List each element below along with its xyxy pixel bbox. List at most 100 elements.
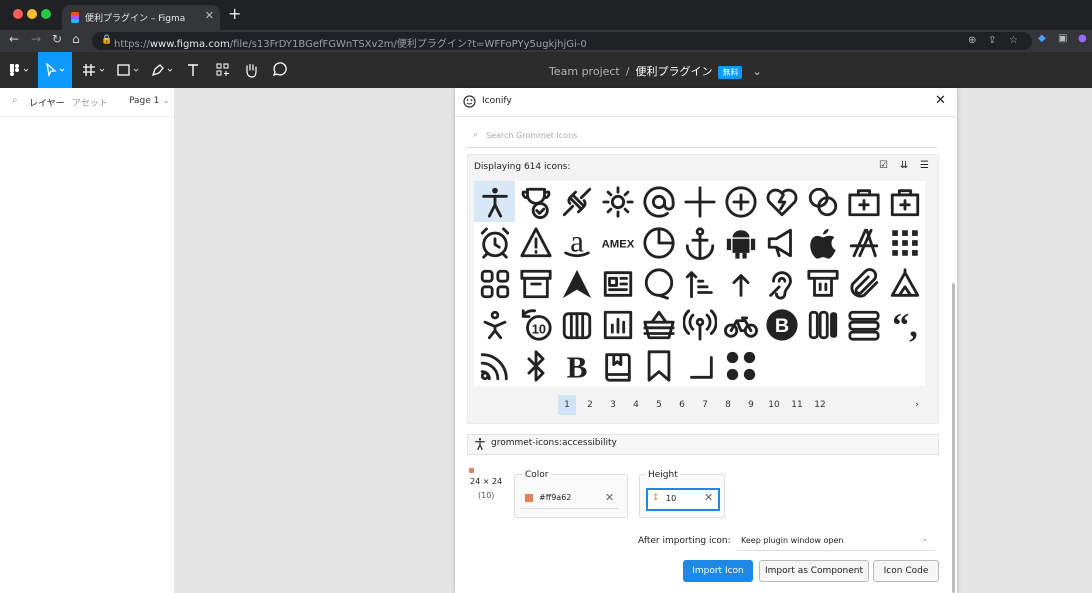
atm-icon[interactable] bbox=[761, 263, 802, 304]
zoom-icon[interactable]: ⊕ bbox=[968, 35, 976, 46]
page-9-button[interactable]: 9 bbox=[742, 395, 760, 415]
bold-icon[interactable] bbox=[515, 345, 556, 386]
profile-avatar[interactable]: ● bbox=[1078, 33, 1087, 44]
comment-tool-button[interactable] bbox=[264, 52, 294, 88]
page-3-button[interactable]: 3 bbox=[604, 395, 622, 415]
text-tool-button[interactable] bbox=[178, 52, 208, 88]
aggregate-icon[interactable] bbox=[802, 181, 843, 222]
window-minimize-button[interactable] bbox=[27, 9, 37, 19]
page-8-button[interactable]: 8 bbox=[719, 395, 737, 415]
page-selector[interactable]: Page 1 ⌄ bbox=[129, 96, 170, 106]
shape-tool-button[interactable] bbox=[114, 52, 144, 88]
blog-icon[interactable]: “, bbox=[884, 304, 925, 345]
bottom-corner-icon[interactable] bbox=[638, 345, 679, 386]
color-swatch[interactable] bbox=[525, 494, 533, 502]
main-menu-button[interactable] bbox=[4, 52, 36, 88]
assist-icon[interactable] bbox=[597, 263, 638, 304]
announce-icon[interactable] bbox=[761, 222, 802, 263]
search-icon[interactable]: ⌕ bbox=[12, 95, 18, 106]
pen-tool-button[interactable] bbox=[148, 52, 178, 88]
page-6-button[interactable]: 6 bbox=[673, 395, 691, 415]
reload-icon[interactable]: ↻ bbox=[52, 32, 62, 46]
archlinux-icon[interactable] bbox=[515, 263, 556, 304]
attraction-icon[interactable] bbox=[720, 263, 761, 304]
window-close-button[interactable] bbox=[13, 9, 23, 19]
search-input[interactable]: Search Grommet Icons bbox=[486, 131, 577, 140]
import-as-component-button[interactable]: Import as Component bbox=[759, 560, 869, 582]
analytics-icon[interactable] bbox=[638, 222, 679, 263]
blockquote-icon[interactable] bbox=[843, 304, 884, 345]
aid-option-icon[interactable] bbox=[884, 181, 925, 222]
tab-close-icon[interactable]: ✕ bbox=[205, 9, 214, 22]
ascending-icon[interactable] bbox=[679, 263, 720, 304]
next-page-icon[interactable]: › bbox=[908, 395, 926, 415]
expand-icon[interactable]: ⇊ bbox=[900, 160, 908, 171]
actions-icon[interactable] bbox=[597, 181, 638, 222]
address-bar[interactable]: 🔒 https://www.figma.com/file/s13FrDY1BGe… bbox=[92, 32, 1032, 50]
aid-icon[interactable] bbox=[761, 181, 802, 222]
aed-icon[interactable] bbox=[638, 181, 679, 222]
move-tool-button[interactable] bbox=[38, 52, 72, 88]
book-icon[interactable]: B bbox=[556, 345, 597, 386]
bar-chart-icon[interactable]: 10 bbox=[515, 304, 556, 345]
page-4-button[interactable]: 4 bbox=[627, 395, 645, 415]
file-name[interactable]: 便利プラグイン bbox=[635, 65, 712, 78]
ascend-icon[interactable] bbox=[638, 263, 679, 304]
bookmark-star-icon[interactable]: ☆ bbox=[1009, 35, 1018, 46]
tab-assets[interactable]: アセット bbox=[72, 96, 108, 109]
extensions-puzzle-icon[interactable]: ▣ bbox=[1058, 33, 1067, 44]
icon-code-button[interactable]: Icon Code bbox=[873, 560, 939, 582]
forward-icon[interactable]: → bbox=[31, 32, 41, 46]
frame-tool-button[interactable] bbox=[78, 52, 112, 88]
apps-rounded-icon[interactable] bbox=[884, 222, 925, 263]
anchor-icon[interactable] bbox=[679, 222, 720, 263]
attachment-icon[interactable] bbox=[802, 263, 843, 304]
color-input[interactable]: #ff9a62 ✕ bbox=[521, 490, 619, 509]
icon-search[interactable]: ⌕ Search Grommet Icons bbox=[467, 127, 937, 148]
basket-icon[interactable] bbox=[597, 304, 638, 345]
import-icon-button[interactable]: Import Icon bbox=[683, 560, 753, 582]
page-1-button[interactable]: 1 bbox=[558, 395, 576, 415]
article-icon[interactable] bbox=[556, 263, 597, 304]
window-zoom-button[interactable] bbox=[41, 9, 51, 19]
extension-icon[interactable]: ◆ bbox=[1038, 33, 1046, 44]
hand-tool-button[interactable] bbox=[236, 52, 266, 88]
blockquote-icon[interactable]: B bbox=[761, 304, 802, 345]
list-view-icon[interactable]: ☰ bbox=[920, 160, 929, 171]
page-7-button[interactable]: 7 bbox=[696, 395, 714, 415]
add-circle-icon[interactable] bbox=[720, 181, 761, 222]
action-icon[interactable] bbox=[556, 181, 597, 222]
clear-height-icon[interactable]: ✕ bbox=[704, 491, 713, 504]
add-icon[interactable] bbox=[679, 181, 720, 222]
bowl-icon[interactable] bbox=[679, 345, 720, 386]
backTen-icon[interactable] bbox=[474, 304, 515, 345]
bar-chart-icon[interactable] bbox=[556, 304, 597, 345]
new-tab-button[interactable]: + bbox=[228, 4, 241, 23]
amex-icon[interactable]: AMEX bbox=[597, 222, 638, 263]
after-import-select[interactable]: Keep plugin window open ⌄ bbox=[737, 532, 935, 551]
aid-option-icon[interactable] bbox=[843, 181, 884, 222]
tab-layers[interactable]: レイヤー bbox=[29, 96, 65, 109]
share-icon[interactable]: ⇪ bbox=[988, 35, 996, 46]
browser-tab[interactable]: 便利プラグイン – Figma ✕ bbox=[62, 5, 220, 30]
android-icon[interactable] bbox=[720, 222, 761, 263]
resources-tool-button[interactable] bbox=[208, 52, 238, 88]
blockquote-icon[interactable] bbox=[802, 304, 843, 345]
baby-icon[interactable] bbox=[884, 263, 925, 304]
briefcase-icon[interactable] bbox=[720, 345, 761, 386]
bike-icon[interactable] bbox=[679, 304, 720, 345]
back-icon[interactable]: ← bbox=[9, 32, 19, 46]
amazon-icon[interactable]: a bbox=[556, 222, 597, 263]
bookmark-icon[interactable] bbox=[597, 345, 638, 386]
checkbox-icon[interactable]: ☑ bbox=[879, 160, 888, 171]
bitcoin-icon[interactable] bbox=[720, 304, 761, 345]
alert-icon[interactable] bbox=[515, 222, 556, 263]
archive-icon[interactable] bbox=[474, 263, 515, 304]
home-icon[interactable]: ⌂ bbox=[72, 32, 80, 46]
apps-icon[interactable] bbox=[843, 222, 884, 263]
apple-icon[interactable] bbox=[802, 222, 843, 263]
achievement-icon[interactable] bbox=[515, 181, 556, 222]
team-project-link[interactable]: Team project bbox=[549, 65, 620, 78]
height-input[interactable]: ↕ 10 ✕ bbox=[646, 488, 720, 511]
beacon-icon[interactable] bbox=[638, 304, 679, 345]
